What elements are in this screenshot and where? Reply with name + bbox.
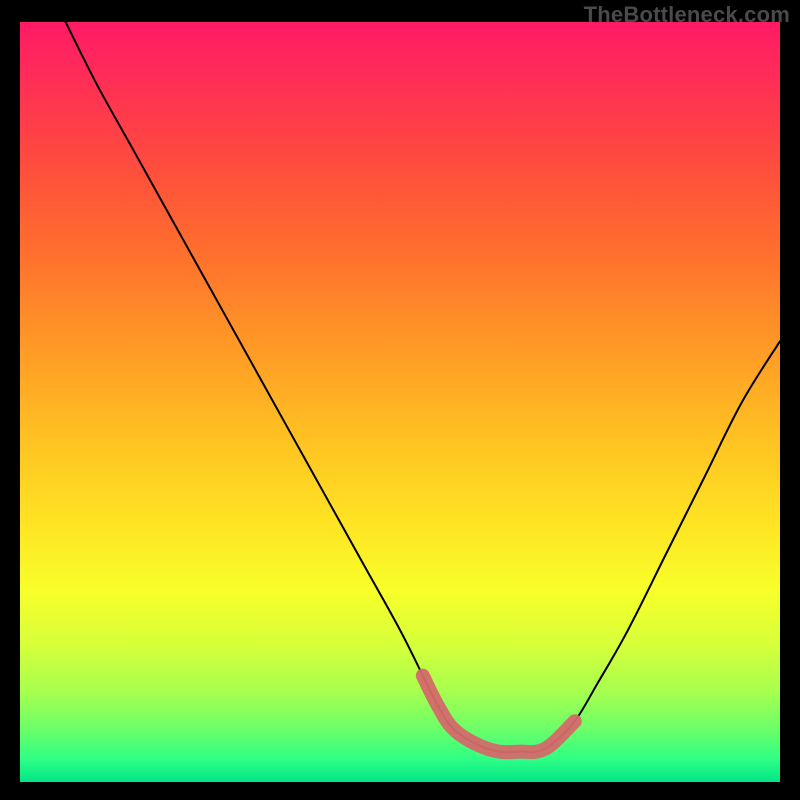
watermark-text: TheBottleneck.com [584,2,790,28]
curves-layer [20,22,780,782]
bottleneck-curve [66,22,780,752]
chart-stage: TheBottleneck.com [0,0,800,800]
highlight-segment [423,676,575,753]
plot-area [20,22,780,782]
